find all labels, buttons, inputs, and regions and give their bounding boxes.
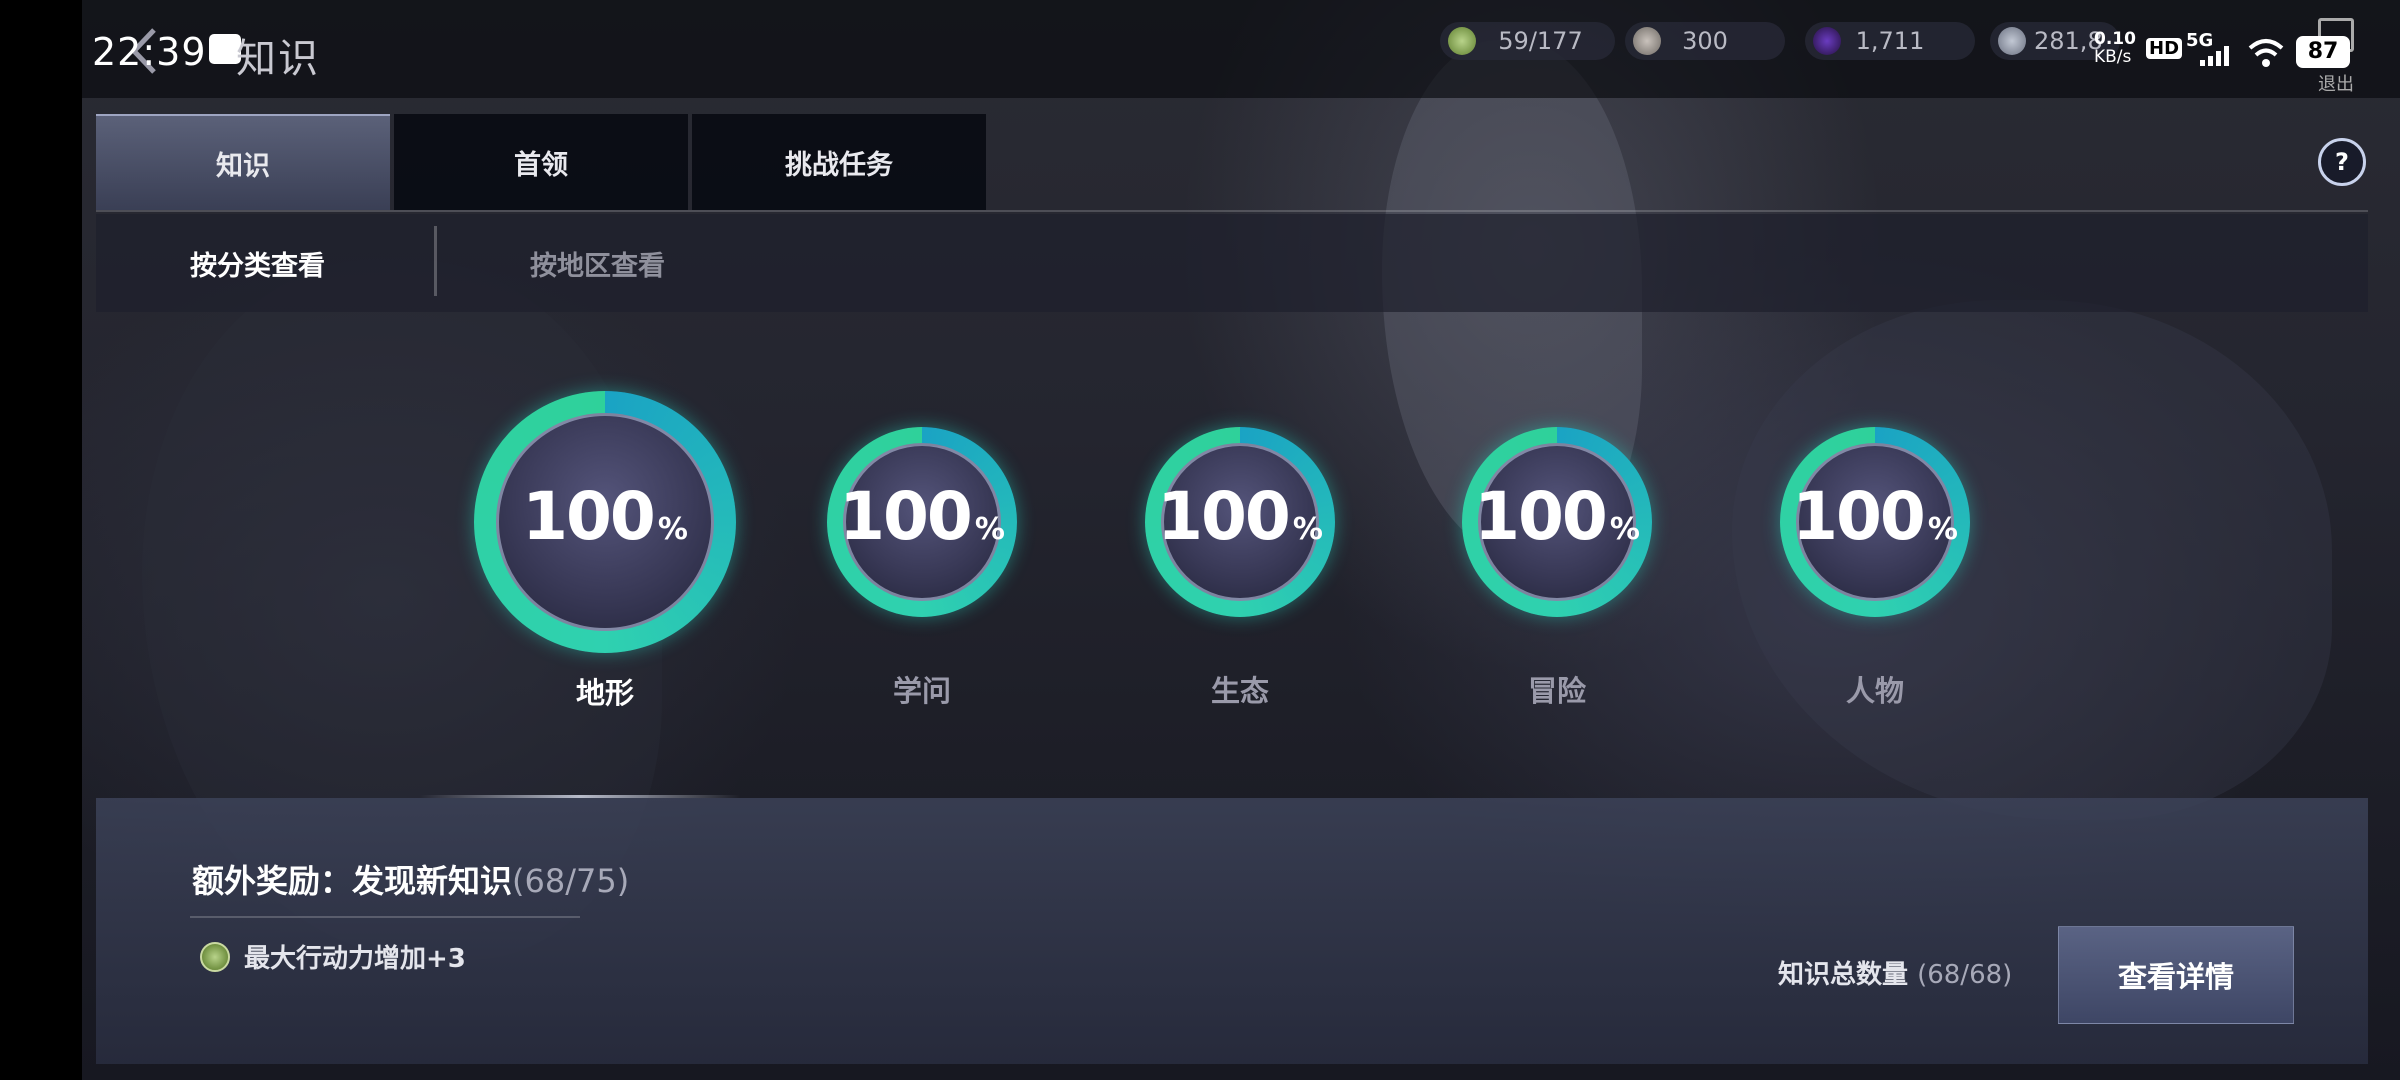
tab-knowledge[interactable]: 知识 bbox=[96, 114, 390, 210]
exit-label[interactable]: 退出 bbox=[2318, 70, 2354, 96]
category-ring-3[interactable]: 100% bbox=[1462, 427, 1652, 617]
subtab-by-category[interactable]: 按分类查看 bbox=[190, 244, 325, 283]
page-title: 知识 bbox=[236, 36, 320, 82]
category-percent: 100% bbox=[1780, 478, 1970, 555]
percent-value: 100 bbox=[1792, 478, 1926, 555]
category-label[interactable]: 地形 bbox=[505, 670, 705, 712]
percent-sign: % bbox=[1292, 512, 1323, 547]
percent-value: 100 bbox=[1474, 478, 1608, 555]
category-percent: 100% bbox=[827, 478, 1017, 555]
resource-value: 1,711 bbox=[1855, 27, 1925, 55]
subtab-by-region[interactable]: 按地区查看 bbox=[530, 244, 665, 283]
resource-energy[interactable]: 59/177 bbox=[1440, 22, 1615, 60]
category-label[interactable]: 冒险 bbox=[1457, 668, 1657, 710]
percent-sign: % bbox=[1609, 512, 1640, 547]
category-percent: 100% bbox=[474, 478, 736, 555]
category-ring-2[interactable]: 100% bbox=[1145, 427, 1335, 617]
tab-bosses[interactable]: 首领 bbox=[394, 114, 688, 210]
category-label[interactable]: 人物 bbox=[1775, 668, 1975, 710]
resource-value: 300 bbox=[1682, 27, 1728, 55]
view-details-button[interactable]: 查看详情 bbox=[2058, 926, 2294, 1024]
network-speed: 0.10 KB/s bbox=[2094, 30, 2136, 66]
knowledge-total-count: (68/68) bbox=[1917, 960, 2013, 990]
signal-bars-icon bbox=[2200, 46, 2229, 66]
net-speed-value: 0.10 bbox=[2094, 29, 2136, 49]
tab-challenges[interactable]: 挑战任务 bbox=[692, 114, 986, 210]
percent-sign: % bbox=[1927, 512, 1958, 547]
status-clock: 22:39 bbox=[92, 30, 207, 74]
bonus-title: 额外奖励：发现新知识(68/75) bbox=[192, 856, 629, 902]
view-mode-bar: 按分类查看 按地区查看 bbox=[96, 214, 2368, 312]
hd-badge: HD bbox=[2146, 38, 2183, 59]
resource-purple[interactable]: 1,711 bbox=[1805, 22, 1975, 60]
percent-sign: % bbox=[657, 512, 688, 547]
percent-value: 100 bbox=[1157, 478, 1291, 555]
bonus-count: (68/75) bbox=[512, 862, 630, 900]
percent-value: 100 bbox=[522, 478, 656, 555]
bonus-divider bbox=[190, 916, 580, 918]
bonus-title-text: 额外奖励：发现新知识 bbox=[192, 862, 513, 900]
category-percent: 100% bbox=[1145, 478, 1335, 555]
help-book-icon[interactable]: ? bbox=[2318, 138, 2366, 186]
energy-reward-icon bbox=[200, 942, 230, 972]
bonus-panel: 额外奖励：发现新知识(68/75) 最大行动力增加+3 知识总数量 (68/68… bbox=[96, 798, 2368, 1064]
category-label[interactable]: 生态 bbox=[1140, 668, 1340, 710]
category-percent: 100% bbox=[1462, 478, 1652, 555]
category-label[interactable]: 学问 bbox=[822, 668, 1022, 710]
knowledge-total: 知识总数量 (68/68) bbox=[1778, 954, 2012, 991]
resource-silver[interactable]: 300 bbox=[1625, 22, 1785, 60]
knowledge-total-label: 知识总数量 bbox=[1778, 960, 1909, 990]
resource-value: 59/177 bbox=[1498, 27, 1583, 55]
net-speed-unit: KB/s bbox=[2094, 47, 2132, 67]
percent-sign: % bbox=[974, 512, 1005, 547]
tab-divider bbox=[96, 210, 2368, 212]
wifi-icon bbox=[2248, 39, 2284, 67]
category-ring-4[interactable]: 100% bbox=[1780, 427, 1970, 617]
category-ring-0[interactable]: 100% bbox=[474, 391, 736, 653]
battery-indicator: 87 bbox=[2296, 36, 2350, 68]
reward-text: 最大行动力增加+3 bbox=[244, 944, 466, 974]
category-ring-1[interactable]: 100% bbox=[827, 427, 1017, 617]
subtab-divider bbox=[434, 226, 437, 296]
percent-value: 100 bbox=[839, 478, 973, 555]
